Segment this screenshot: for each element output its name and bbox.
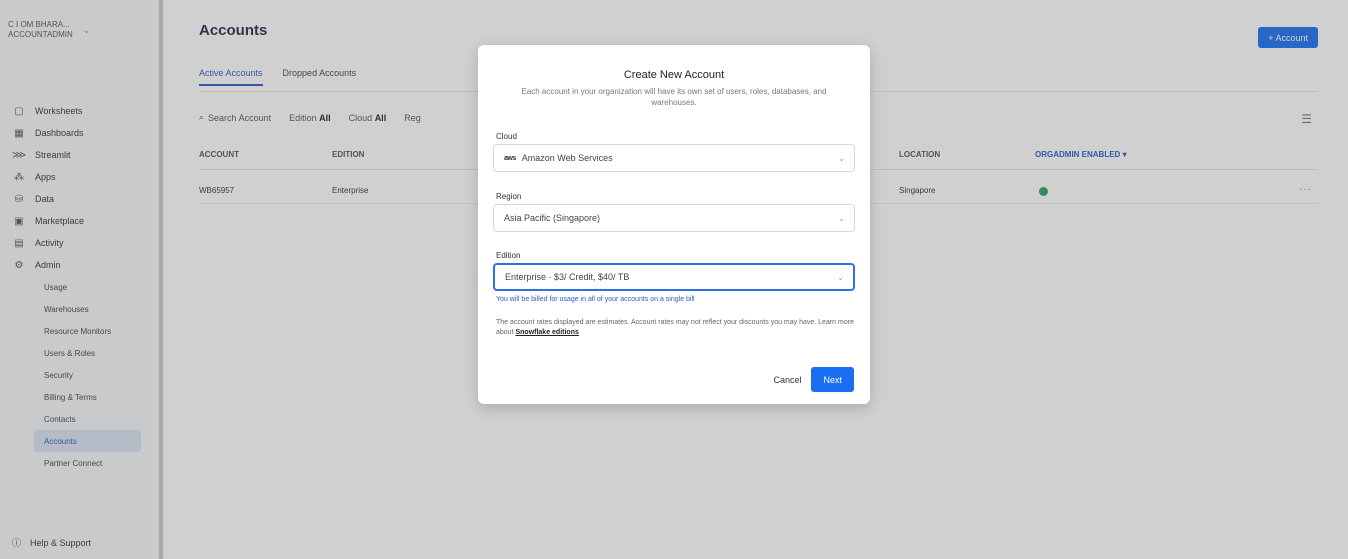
cloud-select[interactable]: aws Amazon Web Services ⌄	[493, 144, 855, 172]
pricing-note: The account rates displayed are estimate…	[496, 318, 856, 338]
chevron-down-icon: ⌄	[837, 272, 844, 282]
chevron-down-icon: ⌄	[838, 153, 845, 163]
region-label: Region	[496, 192, 522, 201]
edition-select[interactable]: Enterprise · $3/ Credit, $40/ TB ⌄	[493, 263, 855, 291]
edition-hint: You will be billed for usage in all of y…	[496, 296, 695, 303]
dialog-description: Each account in your organization will h…	[521, 87, 827, 107]
cloud-select-value: Amazon Web Services	[521, 153, 613, 163]
edition-label: Edition	[496, 251, 521, 260]
next-button[interactable]: Next	[811, 367, 854, 392]
cloud-label: Cloud	[496, 132, 517, 141]
dialog-footer: Cancel Next	[773, 367, 854, 392]
editions-link[interactable]: Snowflake editions	[515, 329, 578, 336]
dialog-title: Create New Account	[623, 69, 725, 81]
edition-select-value: Enterprise · $3/ Credit, $40/ TB	[505, 272, 630, 282]
region-select-value: Asia Pacific (Singapore)	[504, 213, 601, 223]
region-select[interactable]: Asia Pacific (Singapore) ⌄	[493, 204, 855, 232]
cancel-button[interactable]: Cancel	[773, 375, 801, 385]
aws-logo-icon: aws	[504, 154, 516, 162]
chevron-down-icon: ⌄	[838, 213, 845, 223]
create-account-dialog: Create New Account Each account in your …	[478, 45, 870, 404]
